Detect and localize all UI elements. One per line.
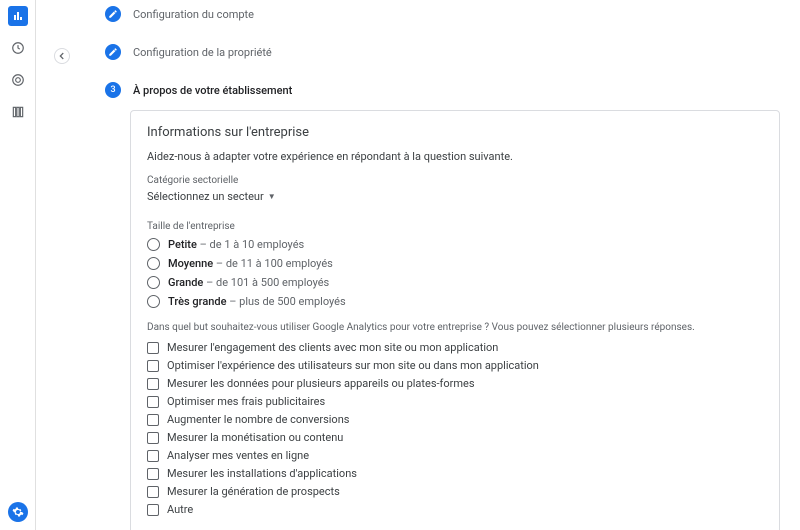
checkbox-icon [147, 450, 159, 462]
goal-checkbox-6[interactable]: Analyser mes ventes en ligne [147, 449, 763, 462]
checkbox-icon [147, 504, 159, 516]
size-label: Taille de l'entreprise [147, 221, 763, 232]
check-icon [105, 6, 121, 22]
radio-icon [147, 238, 160, 251]
goal-checkbox-8[interactable]: Mesurer la génération de prospects [147, 485, 763, 498]
checkbox-label: Optimiser mes frais publicitaires [167, 395, 325, 408]
checkbox-icon [147, 378, 159, 390]
target-icon[interactable] [8, 70, 28, 90]
checkbox-label: Mesurer la monétisation ou contenu [167, 431, 343, 444]
radio-icon [147, 276, 160, 289]
radio-icon [147, 257, 160, 270]
radio-label: Grande – de 101 à 500 employés [168, 276, 329, 289]
goal-checkbox-7[interactable]: Mesurer les installations d'applications [147, 467, 763, 480]
radio-label: Petite – de 1 à 10 employés [168, 238, 304, 251]
sector-select[interactable]: Sélectionnez un secteur ▼ [147, 190, 763, 203]
checkbox-label: Mesurer la génération de prospects [167, 485, 340, 498]
checkbox-icon [147, 486, 159, 498]
goal-checkbox-1[interactable]: Optimiser l'expérience des utilisateurs … [147, 359, 763, 372]
checkbox-label: Mesurer les installations d'applications [167, 467, 357, 480]
goal-checkbox-2[interactable]: Mesurer les données pour plusieurs appar… [147, 377, 763, 390]
goal-checkbox-5[interactable]: Mesurer la monétisation ou contenu [147, 431, 763, 444]
goal-question: Dans quel but souhaitez-vous utiliser Go… [147, 322, 763, 333]
step-label: Configuration de la propriété [133, 46, 272, 59]
checkbox-label: Augmenter le nombre de conversions [167, 413, 349, 426]
radio-label: Très grande – plus de 500 employés [168, 295, 346, 308]
radio-icon [147, 295, 160, 308]
step-label: À propos de votre établissement [133, 84, 292, 97]
goal-checkbox-9[interactable]: Autre [147, 503, 763, 516]
collapse-panel-button[interactable] [54, 48, 70, 64]
checkbox-label: Optimiser l'expérience des utilisateurs … [167, 359, 539, 372]
clock-icon[interactable] [8, 38, 28, 58]
size-radio-3[interactable]: Très grande – plus de 500 employés [147, 295, 763, 308]
step-number-icon: 3 [105, 82, 121, 98]
checkbox-label: Mesurer l'engagement des clients avec mo… [167, 341, 498, 354]
sidebar [0, 0, 36, 530]
goal-checkbox-3[interactable]: Optimiser mes frais publicitaires [147, 395, 763, 408]
sector-value: Sélectionnez un secteur [147, 190, 264, 203]
library-icon[interactable] [8, 102, 28, 122]
card-title: Informations sur l'entreprise [131, 111, 779, 150]
sector-label: Catégorie sectorielle [147, 175, 763, 186]
step-account-config[interactable]: Configuration du compte [105, 6, 790, 22]
checkbox-label: Mesurer les données pour plusieurs appar… [167, 377, 475, 390]
business-info-card: Informations sur l'entreprise Aidez-nous… [130, 110, 780, 530]
size-radio-0[interactable]: Petite – de 1 à 10 employés [147, 238, 763, 251]
step-property-config[interactable]: Configuration de la propriété [105, 44, 790, 60]
check-icon [105, 44, 121, 60]
size-radio-2[interactable]: Grande – de 101 à 500 employés [147, 276, 763, 289]
main-content: Configuration du compte Configuration de… [90, 0, 790, 530]
checkbox-icon [147, 432, 159, 444]
step-about-business: 3 À propos de votre établissement [105, 82, 790, 98]
checkbox-icon [147, 342, 159, 354]
radio-label: Moyenne – de 11 à 100 employés [168, 257, 333, 270]
checkbox-icon [147, 468, 159, 480]
checkbox-icon [147, 396, 159, 408]
checkbox-label: Autre [167, 503, 193, 516]
goal-checkbox-0[interactable]: Mesurer l'engagement des clients avec mo… [147, 341, 763, 354]
checkbox-icon [147, 414, 159, 426]
bar-chart-icon[interactable] [8, 6, 28, 26]
size-radio-1[interactable]: Moyenne – de 11 à 100 employés [147, 257, 763, 270]
step-label: Configuration du compte [133, 8, 254, 21]
checkbox-label: Analyser mes ventes en ligne [167, 449, 309, 462]
chevron-down-icon: ▼ [268, 192, 276, 201]
checkbox-icon [147, 360, 159, 372]
goal-checkbox-4[interactable]: Augmenter le nombre de conversions [147, 413, 763, 426]
gear-icon[interactable] [8, 502, 28, 522]
help-text: Aidez-nous à adapter votre expérience en… [147, 150, 763, 163]
